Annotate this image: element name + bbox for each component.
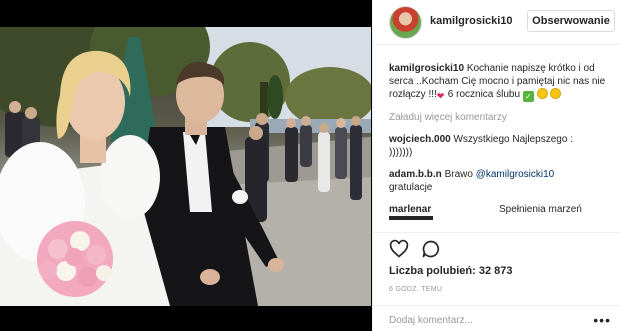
likes-count[interactable]: Liczba polubień: 32 873	[389, 265, 512, 277]
avatar[interactable]	[389, 6, 422, 39]
comment-text: Wszystkiego Najlepszego :	[453, 134, 573, 145]
comment-username[interactable]: marlenar	[389, 203, 499, 216]
truncated-comment-line	[389, 216, 617, 220]
check-emoji-icon: ✓	[522, 91, 534, 102]
add-comment-bar: •••	[373, 305, 620, 331]
comment-username[interactable]: adam.b.b.n	[389, 169, 442, 180]
post-photo[interactable]	[0, 27, 371, 306]
heart-emoji-icon: ❤	[436, 91, 445, 101]
smile-emoji-icon	[536, 88, 548, 99]
smile-emoji-icon-2	[550, 88, 562, 99]
comment-text: Spełnienia marzeń	[499, 204, 582, 215]
load-more-comments-link[interactable]: Załaduj więcej komentarzy	[389, 111, 617, 124]
comment-mention-link[interactable]: @kamilgrosicki10	[476, 169, 555, 180]
comment-item: wojciech.000 Wszystkiego Najlepszego : )…	[389, 133, 617, 159]
more-options-icon[interactable]: •••	[593, 312, 611, 328]
post-timestamp[interactable]: 6 GODZ. TEMU	[389, 286, 442, 293]
comment-item: adam.b.b.n Brawo @kamilgrosicki10 gratul…	[389, 168, 617, 194]
caption-username[interactable]: kamilgrosicki10	[389, 63, 464, 74]
bouquet	[37, 221, 113, 297]
post-side-panel: kamilgrosicki10 Obserwowanie kamilgrosic…	[372, 0, 620, 331]
comment-text-cont: gratulacje	[389, 182, 433, 193]
caption-tail: 6 rocznica ślubu	[447, 89, 521, 100]
post-header: kamilgrosicki10 Obserwowanie	[373, 0, 620, 45]
header-username[interactable]: kamilgrosicki10	[430, 15, 513, 27]
comments-section: kamilgrosicki10 Kochanie napiszę krótko …	[389, 62, 617, 220]
comment-bubble-icon[interactable]	[421, 239, 441, 259]
wedding-photo-illustration	[0, 27, 371, 306]
comment-item: marlenar Spełnienia marzeń	[389, 203, 617, 216]
following-button[interactable]: Obserwowanie	[527, 10, 615, 32]
add-comment-input[interactable]	[389, 313, 589, 327]
actions-divider	[373, 232, 620, 233]
comment-text: Brawo	[444, 169, 476, 180]
comment-text-cont: )))))))	[389, 147, 413, 158]
post-caption: kamilgrosicki10 Kochanie napiszę krótko …	[389, 62, 617, 102]
heart-icon[interactable]	[389, 239, 409, 259]
comment-username[interactable]: wojciech.000	[389, 134, 451, 145]
